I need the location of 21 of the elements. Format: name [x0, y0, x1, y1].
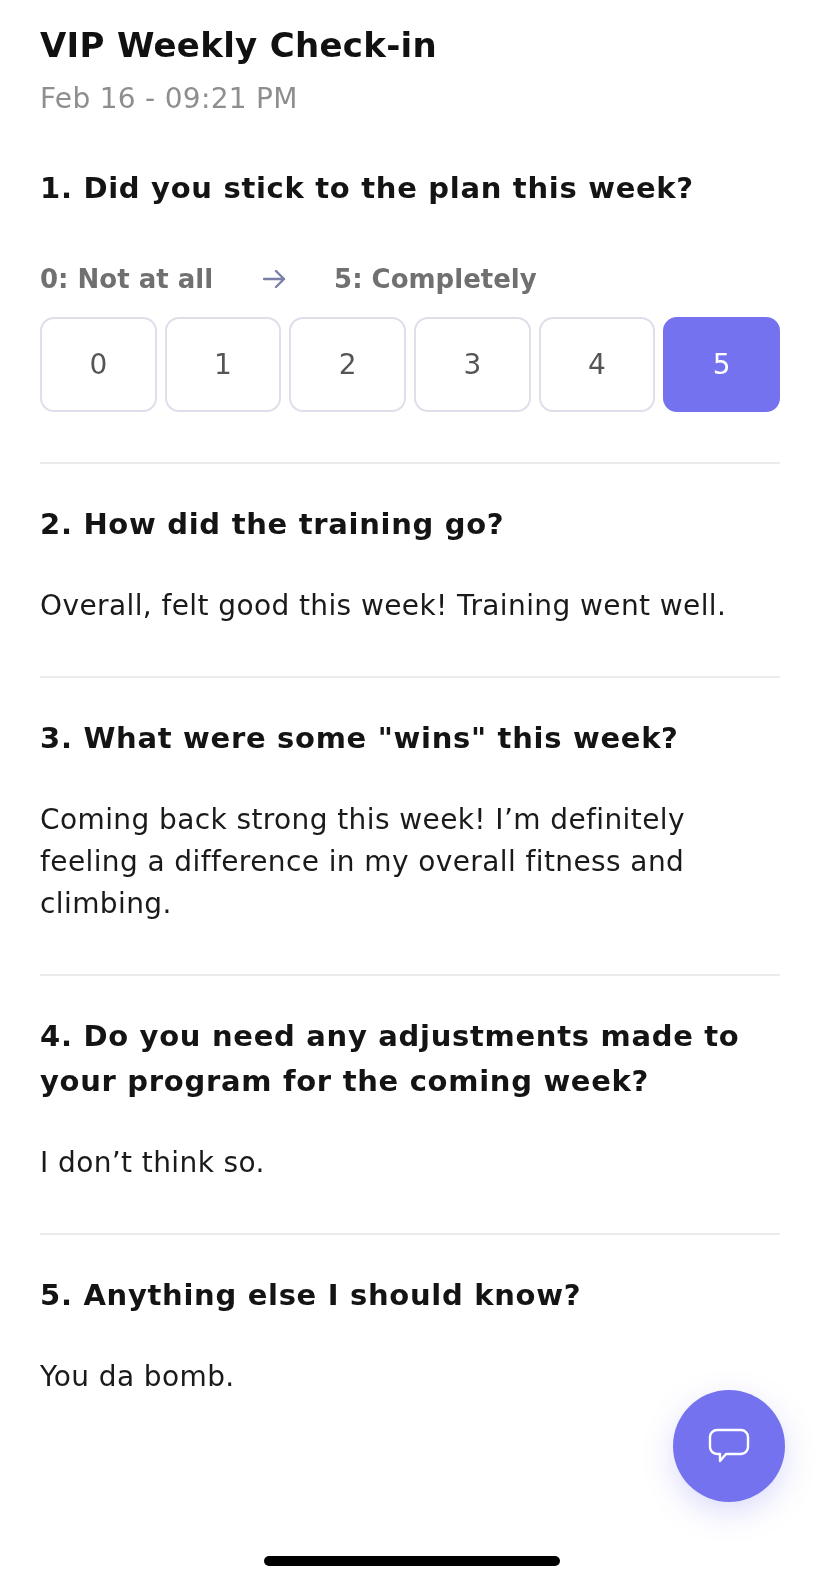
answer-text: Coming back strong this week! I’m definitely feeling a difference in my overall fitness and climbing.	[40, 802, 686, 922]
question-heading: 3. What were some "wins" this week?	[40, 720, 679, 757]
rating-option[interactable]: 3	[414, 317, 531, 412]
scale-min-label: 0: Not at all	[40, 263, 214, 296]
rating-option[interactable]: 5	[663, 317, 780, 412]
answer-text: You da bomb.	[40, 1359, 235, 1395]
arrow-right-icon	[263, 269, 287, 289]
speech-bubble-icon	[708, 1427, 750, 1465]
timestamp: Feb 16 - 09:21 PM	[40, 81, 298, 117]
question-heading: 1. Did you stick to the plan this week?	[40, 170, 694, 207]
question-heading: 2. How did the training go?	[40, 506, 505, 543]
answer-text: I don’t think so.	[40, 1145, 265, 1181]
rating-option[interactable]: 1	[164, 317, 282, 412]
rating-option[interactable]: 2	[289, 317, 406, 412]
question-heading: 4. Do you need any adjustments made to your program for the coming week?	[40, 1018, 741, 1100]
question-heading: 5. Anything else I should know?	[40, 1277, 582, 1314]
scale-max-label: 5: Completely	[334, 263, 537, 296]
rating-option[interactable]: 4	[538, 317, 656, 412]
form-title: VIP Weekly Check-in	[40, 24, 438, 67]
rating-option[interactable]: 0	[40, 317, 157, 412]
answer-text: Overall, felt good this week! Training went well.	[40, 588, 727, 624]
